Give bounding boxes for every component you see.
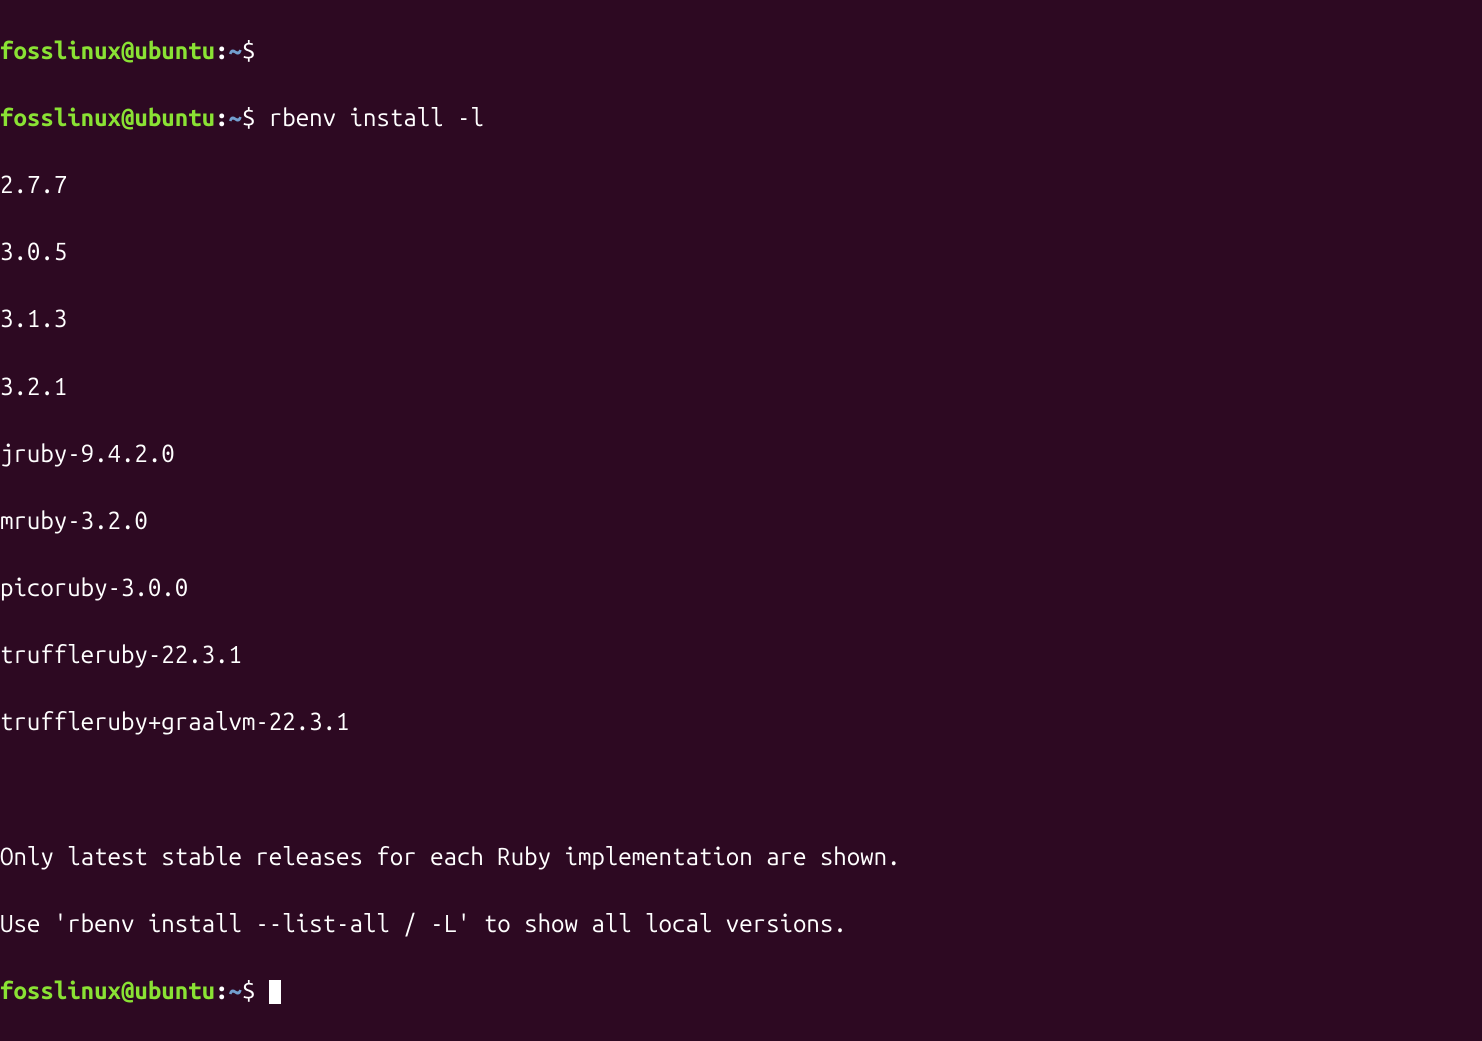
- output-version: picoruby-3.0.0: [0, 571, 1482, 605]
- user-host: fosslinux@ubuntu: [0, 977, 215, 1004]
- cursor-icon: [269, 980, 281, 1004]
- prompt-line-2: fosslinux@ubuntu:~$ rbenv install -l: [0, 101, 1482, 135]
- prompt-colon: :: [215, 977, 228, 1004]
- prompt-symbol: $: [242, 37, 255, 64]
- output-version: 3.2.1: [0, 370, 1482, 404]
- prompt-colon: :: [215, 37, 228, 64]
- output-version: 3.0.5: [0, 235, 1482, 269]
- prompt-colon: :: [215, 104, 228, 131]
- prompt-line-3: fosslinux@ubuntu:~$: [0, 974, 1482, 1008]
- blank-line: [0, 773, 1482, 807]
- output-note: Only latest stable releases for each Rub…: [0, 840, 1482, 874]
- prompt-path: ~: [229, 104, 242, 131]
- output-note: Use 'rbenv install --list-all / -L' to s…: [0, 907, 1482, 941]
- prompt-path: ~: [229, 977, 242, 1004]
- output-version: truffleruby-22.3.1: [0, 638, 1482, 672]
- command-text: rbenv install -l: [269, 104, 484, 131]
- prompt-path: ~: [229, 37, 242, 64]
- output-version: 3.1.3: [0, 302, 1482, 336]
- output-version: jruby-9.4.2.0: [0, 437, 1482, 471]
- user-host: fosslinux@ubuntu: [0, 37, 215, 64]
- output-version: truffleruby+graalvm-22.3.1: [0, 705, 1482, 739]
- user-host: fosslinux@ubuntu: [0, 104, 215, 131]
- prompt-line-1: fosslinux@ubuntu:~$: [0, 34, 1482, 68]
- terminal-output[interactable]: fosslinux@ubuntu:~$ fosslinux@ubuntu:~$ …: [0, 0, 1482, 1041]
- prompt-symbol: $: [242, 104, 255, 131]
- output-version: mruby-3.2.0: [0, 504, 1482, 538]
- prompt-symbol: $: [242, 977, 255, 1004]
- output-version: 2.7.7: [0, 168, 1482, 202]
